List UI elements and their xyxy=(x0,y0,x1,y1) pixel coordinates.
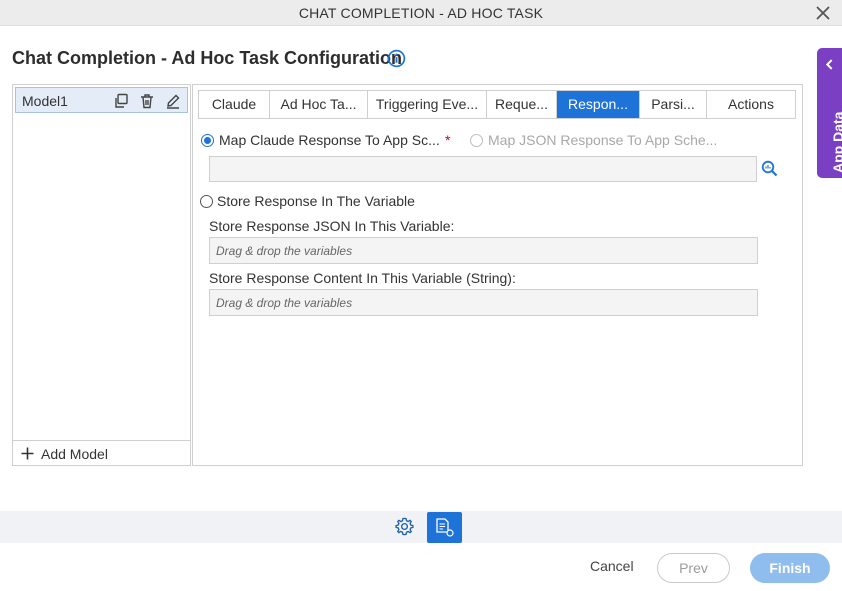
cancel-button[interactable]: Cancel xyxy=(590,558,634,574)
page-title: Chat Completion - Ad Hoc Task Configurat… xyxy=(12,48,402,68)
content-variable-field[interactable]: Drag & drop the variables xyxy=(209,289,758,316)
search-icon[interactable] xyxy=(761,160,778,177)
map-json-response-radio[interactable] xyxy=(470,134,483,147)
tab-response[interactable]: Respon... xyxy=(557,91,640,118)
model-list-panel: Model1 Add Model xyxy=(12,84,191,466)
bottom-toolbar xyxy=(0,511,842,543)
required-indicator: * xyxy=(445,132,451,148)
app-data-tab[interactable]: App Data xyxy=(817,48,842,178)
map-json-response-label: Map JSON Response To App Sche... xyxy=(488,132,718,148)
store-variable-radio[interactable] xyxy=(200,195,213,208)
tab-ad-hoc-task[interactable]: Ad Hoc Ta... xyxy=(270,91,368,118)
store-variable-label: Store Response In The Variable xyxy=(217,193,415,209)
copy-icon[interactable] xyxy=(113,93,129,109)
map-claude-response-radio[interactable] xyxy=(201,134,214,147)
app-schema-field[interactable] xyxy=(209,156,757,182)
json-variable-field[interactable]: Drag & drop the variables xyxy=(209,237,758,264)
tab-actions[interactable]: Actions xyxy=(707,91,795,118)
plus-icon xyxy=(21,447,34,460)
tab-claude[interactable]: Claude xyxy=(199,91,270,118)
document-button[interactable] xyxy=(427,512,462,543)
content-variable-placeholder: Drag & drop the variables xyxy=(216,296,353,310)
document-icon xyxy=(436,518,454,537)
map-claude-response-label: Map Claude Response To App Sc... xyxy=(219,132,440,148)
gear-icon[interactable] xyxy=(394,516,415,537)
tab-parsing[interactable]: Parsi... xyxy=(640,91,707,118)
content-variable-label: Store Response Content In This Variable … xyxy=(209,270,516,286)
pencil-icon[interactable] xyxy=(165,93,181,109)
tab-request[interactable]: Reque... xyxy=(487,91,557,118)
model-list-item[interactable]: Model1 xyxy=(15,87,188,113)
trash-icon[interactable] xyxy=(139,93,155,109)
finish-button[interactable]: Finish xyxy=(750,553,830,583)
prev-button[interactable]: Prev xyxy=(657,553,730,583)
window-title: CHAT COMPLETION - AD HOC TASK xyxy=(298,5,544,21)
title-bar: CHAT COMPLETION - AD HOC TASK xyxy=(0,0,842,26)
app-data-label: App Data xyxy=(829,111,842,173)
close-icon[interactable] xyxy=(814,4,832,22)
tab-bar: Claude Ad Hoc Ta... Triggering Eve... Re… xyxy=(198,90,796,119)
json-variable-label: Store Response JSON In This Variable: xyxy=(209,218,455,234)
tab-triggering-events[interactable]: Triggering Eve... xyxy=(368,91,487,118)
chevron-left-icon xyxy=(825,59,833,70)
add-model-label: Add Model xyxy=(41,446,108,462)
model-name: Model1 xyxy=(22,93,68,109)
add-model-button[interactable]: Add Model xyxy=(13,440,190,465)
json-variable-placeholder: Drag & drop the variables xyxy=(216,244,353,258)
info-icon[interactable] xyxy=(387,49,406,68)
